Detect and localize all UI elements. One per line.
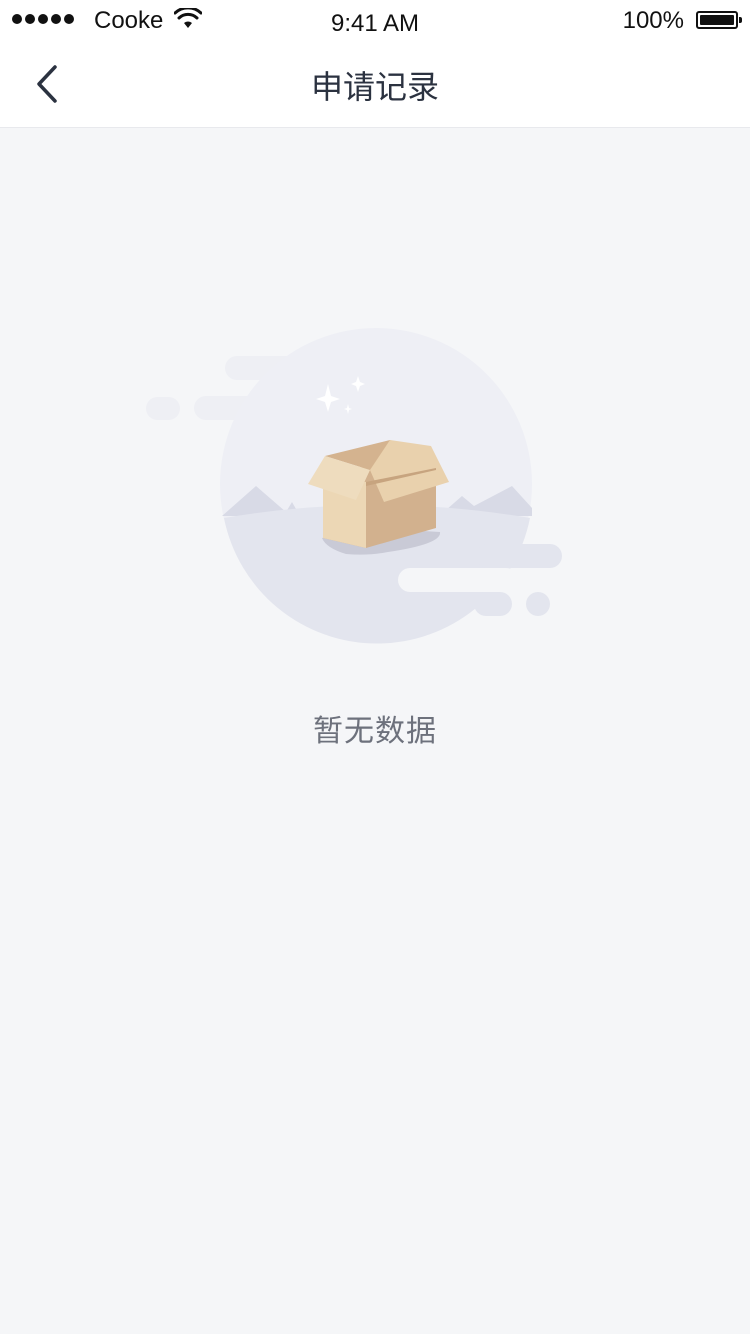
empty-message: 暂无数据 — [313, 714, 437, 749]
status-bar: Cooke 9:41 AM 100% — [0, 0, 750, 40]
page-title: 申请记录 — [310, 68, 439, 106]
battery-percentage: 100% — [622, 7, 684, 34]
battery-icon — [696, 11, 742, 29]
navigation-bar: 申请记录 — [0, 40, 750, 128]
empty-box-icon — [140, 320, 580, 654]
